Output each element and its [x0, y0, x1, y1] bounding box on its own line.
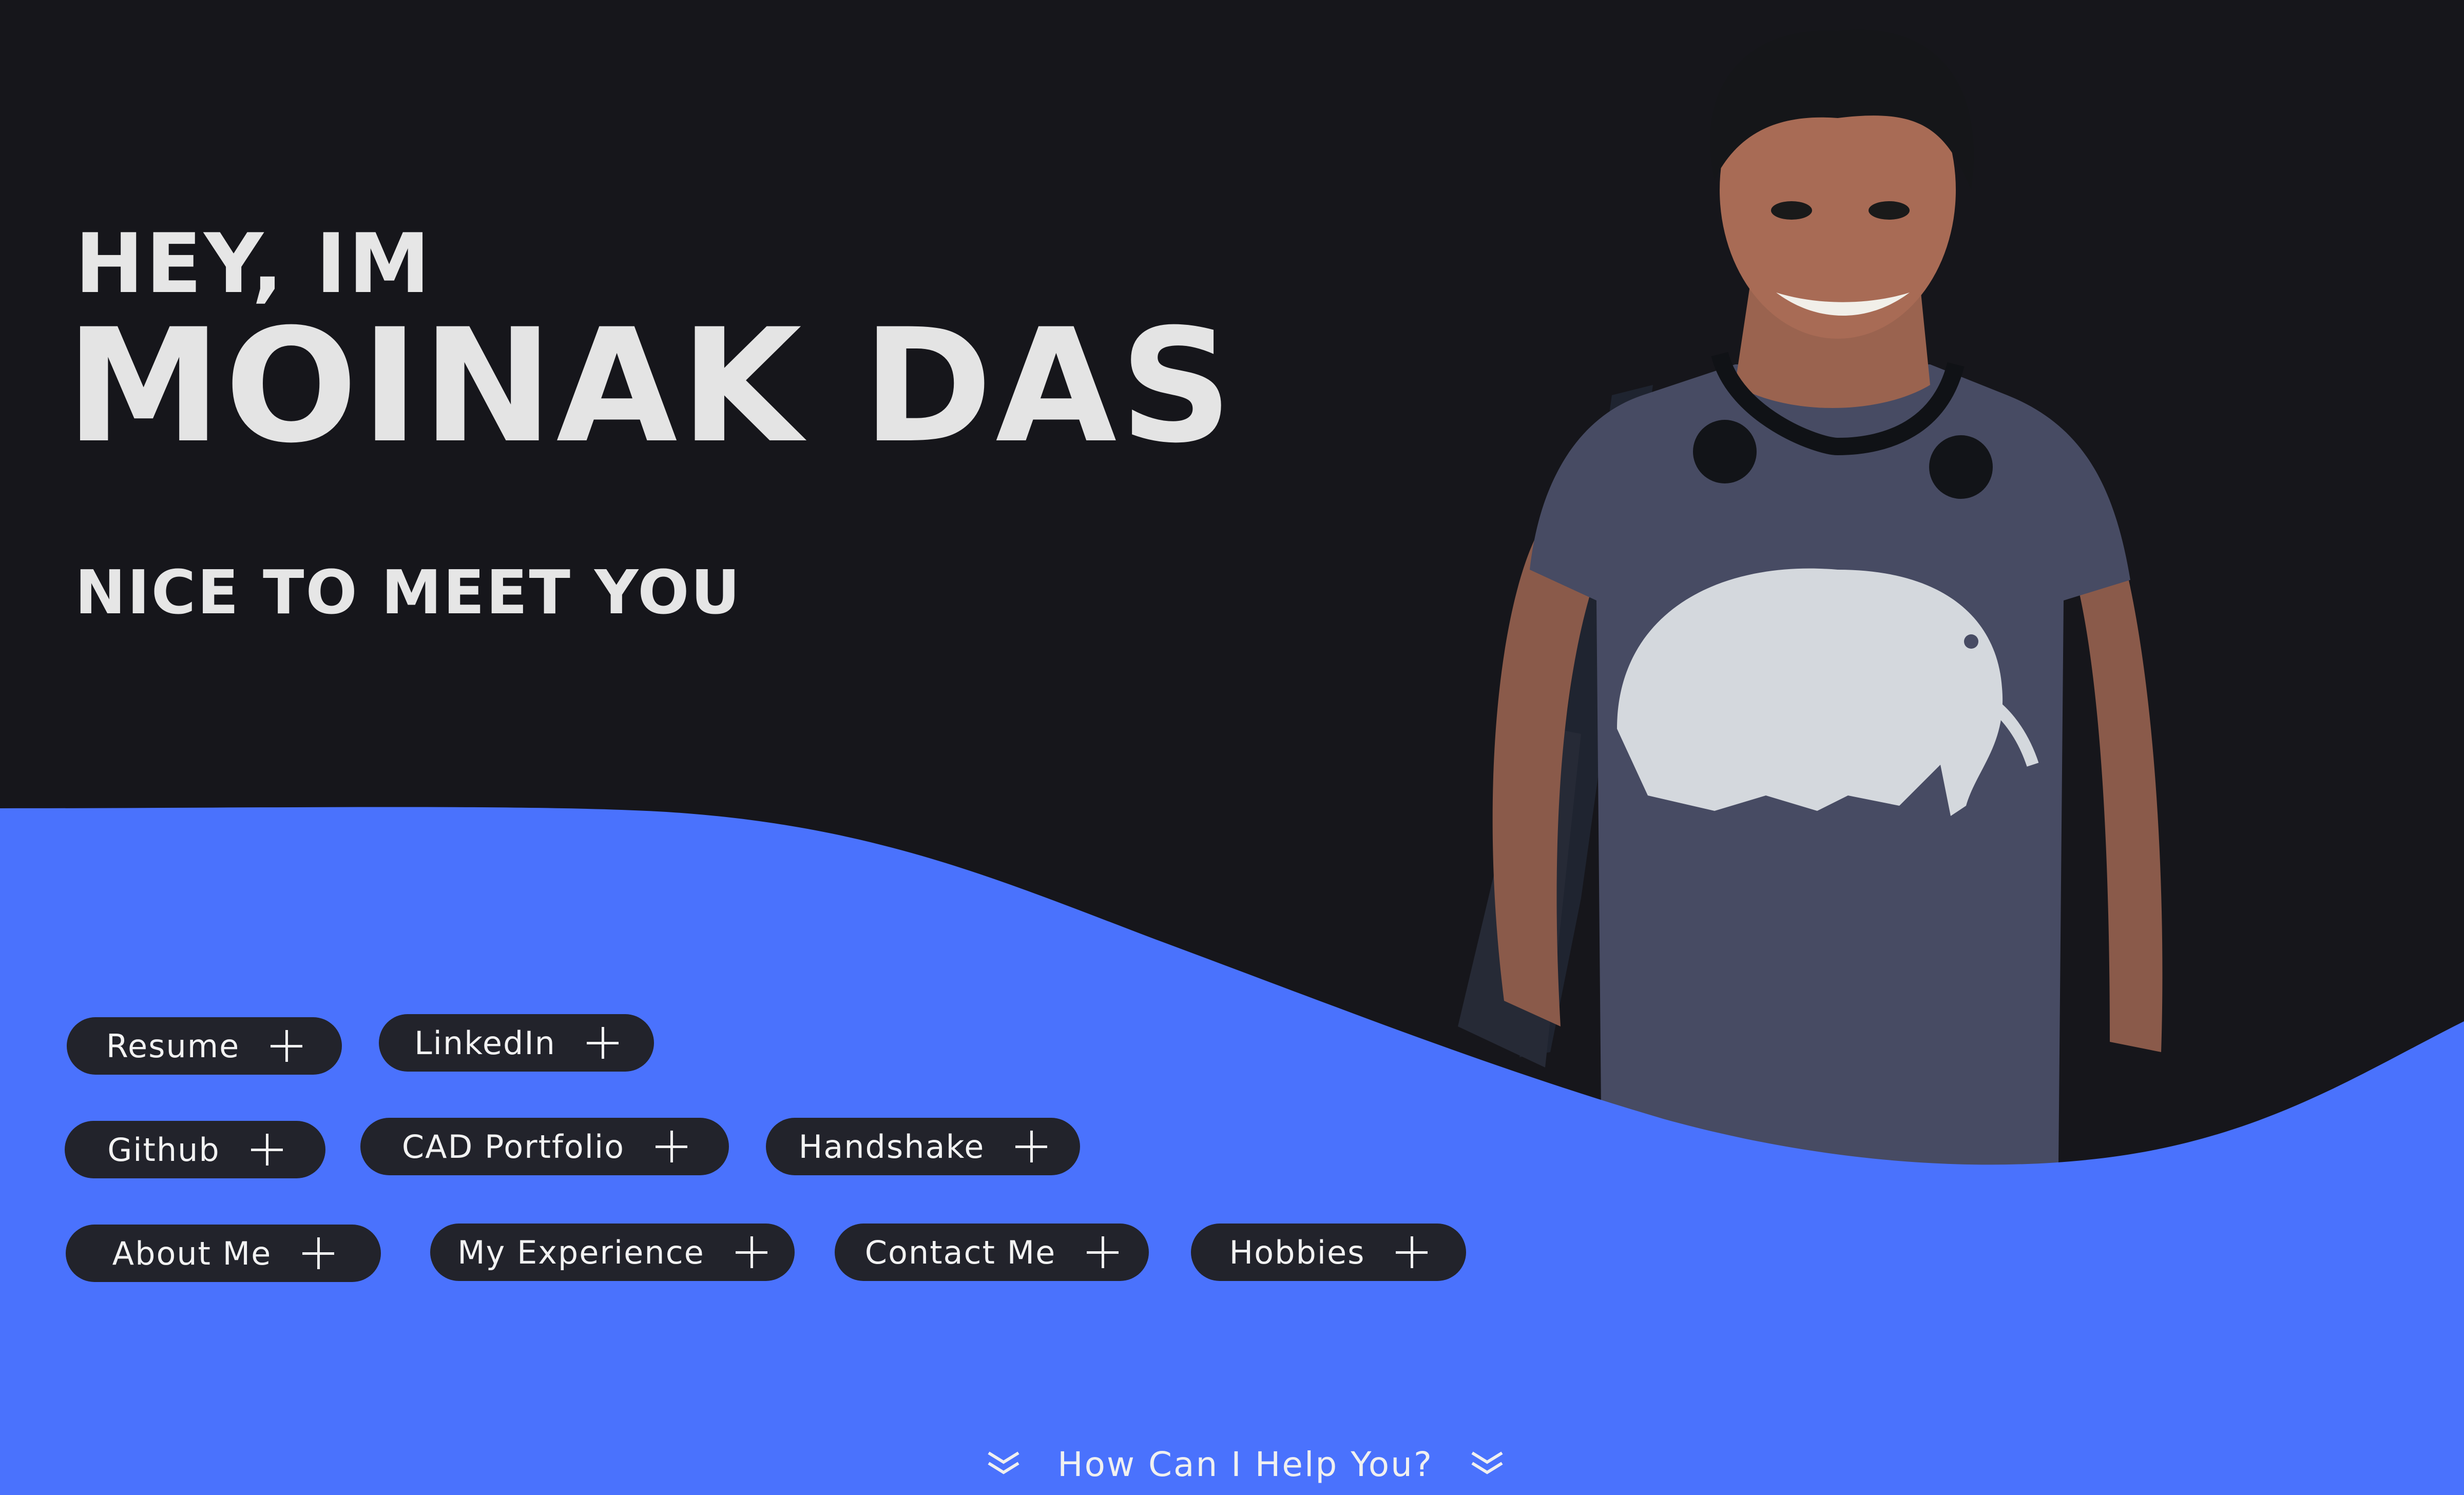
button-label: About Me	[112, 1234, 272, 1272]
hobbies-button[interactable]: Hobbies	[1191, 1224, 1466, 1281]
about-me-button[interactable]: About Me	[66, 1225, 381, 1282]
page-title: MOINAK DAS	[66, 295, 1236, 477]
plus-icon	[251, 1134, 283, 1166]
contact-me-button[interactable]: Contact Me	[835, 1224, 1149, 1281]
plus-icon	[271, 1030, 303, 1062]
resume-button[interactable]: Resume	[67, 1017, 342, 1075]
button-label: Github	[107, 1131, 220, 1169]
plus-icon	[735, 1236, 767, 1268]
tagline: NICE TO MEET YOU	[75, 557, 742, 628]
help-link-label: How Can I Help You?	[1057, 1444, 1433, 1484]
double-chevron-down-icon	[988, 1451, 1019, 1474]
button-label: Resume	[106, 1027, 240, 1065]
button-label: Hobbies	[1229, 1233, 1365, 1271]
plus-icon	[656, 1131, 688, 1162]
button-label: My Experience	[457, 1233, 705, 1271]
button-label: CAD Portfolio	[401, 1128, 625, 1166]
plus-icon	[1396, 1236, 1428, 1268]
button-label: Contact Me	[864, 1233, 1056, 1271]
my-experience-button[interactable]: My Experience	[430, 1224, 795, 1281]
button-label: Handshake	[798, 1128, 985, 1166]
cad-portfolio-button[interactable]: CAD Portfolio	[360, 1118, 729, 1175]
handshake-button[interactable]: Handshake	[766, 1118, 1080, 1175]
linkedin-button[interactable]: LinkedIn	[379, 1014, 654, 1072]
github-button[interactable]: Github	[65, 1121, 325, 1178]
help-scroll-link[interactable]: How Can I Help You?	[986, 1436, 1505, 1492]
plus-icon	[586, 1027, 619, 1059]
double-chevron-down-icon	[1471, 1451, 1503, 1474]
plus-icon	[1015, 1131, 1048, 1162]
plus-icon	[1087, 1236, 1119, 1268]
button-label: LinkedIn	[414, 1024, 556, 1062]
plus-icon	[302, 1237, 335, 1269]
